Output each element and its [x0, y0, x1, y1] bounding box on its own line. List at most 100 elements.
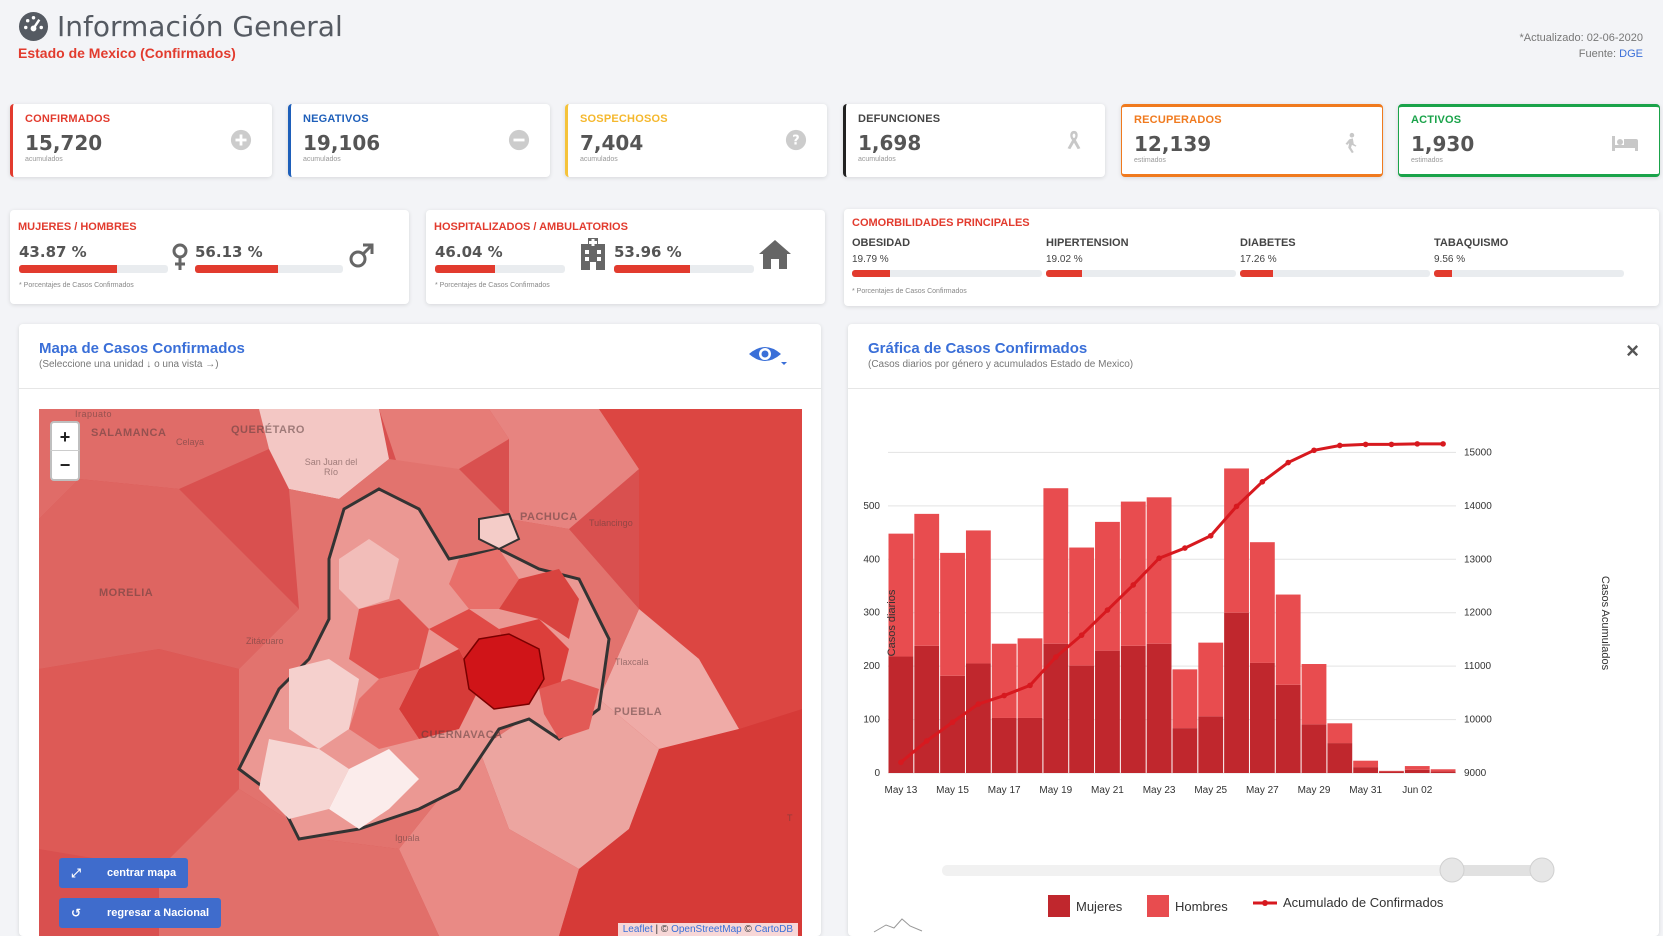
bar-mujeres[interactable] [1069, 665, 1095, 773]
cumulative-point[interactable] [1001, 692, 1007, 699]
map-panel-title: Mapa de Casos Confirmados [39, 340, 245, 357]
choropleth-map[interactable]: Irapuato SALAMANCA QUERÉTARO Celaya San … [39, 409, 802, 936]
cumulative-point[interactable] [1311, 447, 1317, 454]
bar-hombres[interactable] [1146, 497, 1172, 644]
cumulative-point[interactable] [1440, 441, 1446, 447]
bar-hombres[interactable] [1275, 594, 1301, 685]
map-label-queretaro: QUERÉTARO [231, 424, 305, 436]
bar-hombres[interactable] [1430, 769, 1456, 772]
bar-mujeres[interactable] [1327, 743, 1353, 773]
bar-hombres[interactable] [965, 530, 991, 664]
cumulative-point[interactable] [1053, 654, 1059, 660]
stat-card-activos[interactable]: ACTIVOS 1,930 estimados [1398, 104, 1660, 177]
bar-hombres[interactable] [1069, 547, 1095, 666]
bar-mujeres[interactable] [1095, 650, 1120, 773]
view-selector[interactable] [747, 342, 787, 368]
stat-card-defunciones[interactable]: DEFUNCIONES 1,698 acumulados [843, 104, 1105, 177]
bar-hombres[interactable] [1172, 669, 1198, 729]
bar-hombres[interactable] [991, 643, 1017, 718]
legend-acumulado[interactable]: Acumulado de Confirmados [1253, 895, 1443, 910]
cartodb-link[interactable]: CartoDB [755, 924, 793, 935]
stat-note: acumulados [25, 156, 63, 163]
cumulative-point[interactable] [1362, 441, 1369, 448]
map-label-celaya: Celaya [176, 437, 205, 447]
cumulative-point[interactable] [1078, 632, 1085, 638]
bar-mujeres[interactable] [1146, 643, 1172, 773]
bar-hombres[interactable] [1353, 760, 1379, 768]
bar-hombres[interactable] [1404, 766, 1430, 770]
bar-hombres[interactable] [1095, 521, 1120, 651]
stat-card-negativos[interactable]: NEGATIVOS 19,106 acumulados [288, 104, 550, 177]
cumulative-point[interactable] [1182, 545, 1188, 551]
leaflet-link[interactable]: Leaflet [623, 924, 653, 935]
bar-mujeres[interactable] [1275, 684, 1301, 773]
bar-hombres[interactable] [1120, 501, 1146, 646]
bar-hombres[interactable] [1249, 542, 1275, 663]
stat-card-confirmados[interactable]: CONFIRMADOS 15,720 acumulados [10, 104, 272, 177]
cumulative-point[interactable] [1027, 682, 1033, 689]
legend-mujeres[interactable]: Mujeres [1048, 895, 1122, 917]
cumulative-point[interactable] [975, 701, 982, 707]
gender-card: MUJERES / HOMBRES 43.87 % 56.13 % * Porc… [10, 210, 409, 304]
bar-mujeres[interactable] [1379, 771, 1404, 773]
source-link[interactable]: DGE [1619, 48, 1643, 60]
cumulative-point[interactable] [949, 719, 956, 726]
center-map-button[interactable]: ⤢ centrar mapa [59, 858, 189, 888]
bar-hombres[interactable] [1198, 642, 1224, 717]
bar-mujeres[interactable] [965, 663, 991, 773]
bar-mujeres[interactable] [1249, 662, 1275, 773]
bar-hombres[interactable] [1301, 664, 1327, 725]
bar-hombres[interactable] [1043, 488, 1069, 644]
legend-swatch-mujeres [1048, 895, 1070, 917]
range-handle-left[interactable] [1439, 857, 1465, 883]
osm-link[interactable]: OpenStreetMap [671, 924, 742, 935]
y-tick-label: 0 [874, 768, 880, 779]
bar-mujeres[interactable] [1224, 612, 1249, 773]
cumulative-point[interactable] [1104, 607, 1111, 613]
cumulative-point[interactable] [1414, 441, 1421, 447]
zoom-in-button[interactable]: + [50, 421, 80, 451]
bar-mujeres[interactable] [1172, 728, 1198, 773]
cumulative-point[interactable] [923, 738, 930, 744]
bar-mujeres[interactable] [1043, 643, 1069, 773]
bar-hombres[interactable] [1327, 723, 1353, 744]
cumulative-point[interactable] [1156, 555, 1162, 562]
bar-hombres[interactable] [940, 552, 965, 676]
stat-card-sospechosos[interactable]: SOSPECHOSOS 7,404 acumulados ? [565, 104, 827, 177]
cumulative-point[interactable] [898, 759, 904, 766]
cumulative-point[interactable] [1285, 459, 1291, 466]
bar-mujeres[interactable] [1017, 717, 1043, 773]
cumulative-point[interactable] [1337, 442, 1343, 449]
cumulative-point[interactable] [1207, 532, 1214, 539]
comorb-value-hipertension: 19.02 % [1046, 254, 1083, 265]
bar-hombres[interactable] [914, 513, 940, 646]
stat-label: RECUPERADOS [1134, 114, 1222, 126]
return-national-button[interactable]: ↺ regresar a Nacional [59, 898, 222, 928]
updated-date: *Actualizado: 02-06-2020 [1519, 32, 1643, 44]
cumulative-point[interactable] [1233, 503, 1240, 510]
comorb-name-tabaquismo: TABAQUISMO [1434, 237, 1509, 249]
bar-mujeres[interactable] [914, 645, 940, 773]
range-handle-right[interactable] [1529, 857, 1555, 883]
close-button[interactable]: × [1626, 338, 1639, 364]
bar-mujeres[interactable] [1404, 769, 1430, 773]
bar-hombres[interactable] [1017, 638, 1043, 718]
bar-hombres[interactable] [1379, 770, 1404, 772]
bar-mujeres[interactable] [1430, 771, 1456, 773]
bar-mujeres[interactable] [1301, 724, 1327, 773]
bar-mujeres[interactable] [1353, 767, 1379, 773]
cumulative-point[interactable] [1130, 582, 1137, 588]
comorb-bar-diabetes [1240, 270, 1430, 277]
bar-mujeres[interactable] [1120, 645, 1146, 773]
stat-card-recuperados[interactable]: RECUPERADOS 12,139 estimados [1121, 104, 1383, 177]
bar-mujeres[interactable] [1198, 716, 1224, 773]
eye-icon [749, 347, 787, 365]
legend-hombres[interactable]: Hombres [1147, 895, 1228, 917]
bar-mujeres[interactable] [991, 717, 1017, 773]
cumulative-point[interactable] [1259, 479, 1266, 485]
cumulative-point[interactable] [1388, 441, 1395, 448]
x-tick-label: Jun 02 [1402, 785, 1432, 796]
x-tick-label: May 31 [1349, 785, 1382, 796]
bar-hombres[interactable] [1224, 468, 1249, 613]
zoom-out-button[interactable]: − [50, 451, 80, 481]
